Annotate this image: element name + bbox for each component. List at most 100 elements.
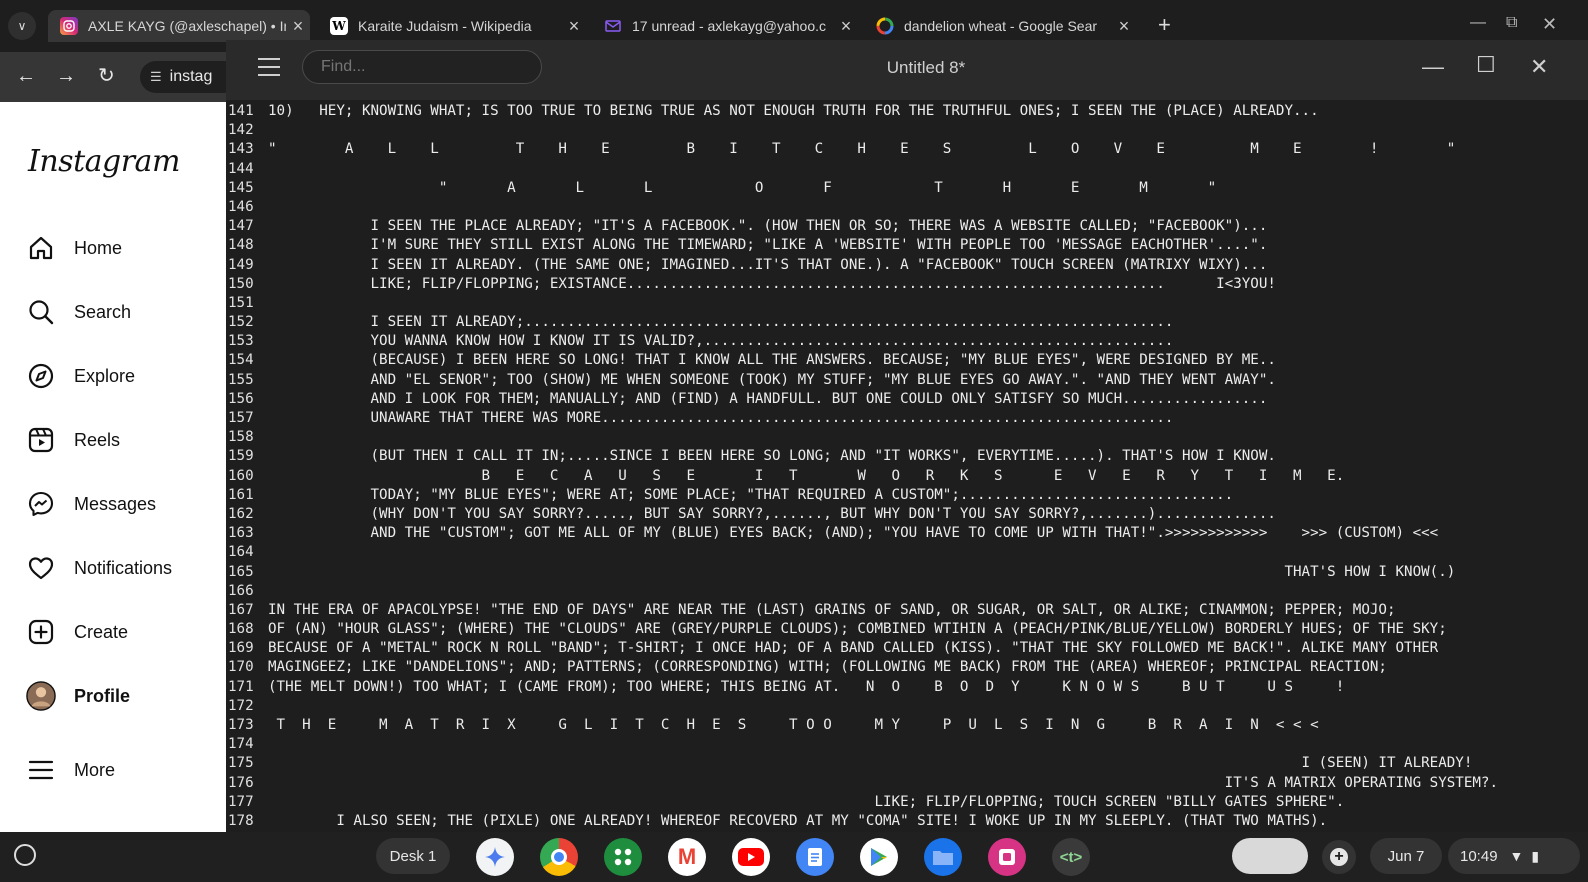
editor-line[interactable]: 141 10) HEY; KNOWING WHAT; IS TOO TRUE TO…	[226, 102, 1588, 121]
launcher-button[interactable]	[14, 844, 36, 866]
line-text: OF (AN) "HOUR GLASS"; (WHERE) THE "CLOUD…	[268, 621, 1447, 638]
new-tab-button[interactable]: +	[1158, 14, 1171, 36]
reload-icon[interactable]: ↻	[98, 66, 115, 86]
editor-line[interactable]: 173 T H E M A T R I X G L I T C H E S T …	[226, 716, 1588, 735]
editor-line[interactable]: 168 OF (AN) "HOUR GLASS"; (WHERE) THE "CL…	[226, 620, 1588, 639]
nav-notifications[interactable]: Notifications	[26, 548, 172, 588]
close-window-icon[interactable]: ✕	[1542, 14, 1557, 35]
address-bar[interactable]: ☰ instag	[140, 61, 240, 93]
editor-line[interactable]: 178 I ALSO SEEN; THE (PIXLE) ONE ALREADY…	[226, 812, 1588, 831]
maximize-icon[interactable]: ☐	[1476, 52, 1496, 78]
editor-line[interactable]: 164	[226, 543, 1588, 562]
nav-create[interactable]: Create	[26, 612, 128, 652]
line-text	[268, 294, 1588, 313]
tab-instagram[interactable]: AXLE KAYG (@axleschapel) • In ×	[48, 10, 310, 42]
editor-line[interactable]: 149 I SEEN IT ALREADY. (THE SAME ONE; IM…	[226, 256, 1588, 275]
editor-line[interactable]: 150 LIKE; FLIP/FLOPPING; EXISTANCE......…	[226, 275, 1588, 294]
docs-icon[interactable]	[796, 838, 834, 876]
editor-line[interactable]: 144	[226, 160, 1588, 179]
tote-thumbnails[interactable]	[1232, 838, 1308, 874]
close-window-icon[interactable]: ✕	[1530, 54, 1548, 80]
editor-line[interactable]: 154 (BECAUSE) I BEEN HERE SO LONG! THAT …	[226, 351, 1588, 370]
editor-line[interactable]: 175 I (SEEN) IT ALREADY!	[226, 754, 1588, 773]
close-icon[interactable]: ×	[562, 16, 586, 37]
forward-icon[interactable]: →	[56, 66, 76, 86]
editor-line[interactable]: 151	[226, 294, 1588, 313]
editor-text-area[interactable]: 141 10) HEY; KNOWING WHAT; IS TOO TRUE TO…	[226, 102, 1588, 832]
nav-more[interactable]: More	[26, 750, 115, 790]
date-button[interactable]: Jun 7	[1370, 838, 1442, 874]
editor-line[interactable]: 170 MAGINGEEZ; LIKE "DANDELIONS"; AND; PA…	[226, 658, 1588, 677]
editor-line[interactable]: 158	[226, 428, 1588, 447]
editor-line[interactable]: 166	[226, 582, 1588, 601]
nav-messages[interactable]: Messages	[26, 484, 156, 524]
instagram-logo[interactable]: Instagram	[28, 144, 180, 179]
home-icon	[26, 233, 56, 263]
editor-line[interactable]: 161 TODAY; "MY BLUE EYES"; WERE AT; SOME…	[226, 486, 1588, 505]
nav-explore[interactable]: Explore	[26, 356, 135, 396]
editor-line[interactable]: 152 I SEEN IT ALREADY;..................…	[226, 313, 1588, 332]
editor-line[interactable]: 153 YOU WANNA KNOW HOW I KNOW IT IS VALI…	[226, 332, 1588, 351]
tab-title: 17 unread - axlekayg@yahoo.c	[632, 18, 826, 34]
editor-line[interactable]: 155 AND "EL SENOR"; TOO (SHOW) ME WHEN S…	[226, 371, 1588, 390]
editor-line[interactable]: 174	[226, 735, 1588, 754]
nav-label: More	[74, 759, 116, 780]
editor-line[interactable]: 148 I'M SURE THEY STILL EXIST ALONG THE …	[226, 236, 1588, 255]
youtube-icon[interactable]	[732, 838, 770, 876]
editor-line[interactable]: 142	[226, 121, 1588, 140]
nav-profile[interactable]: Profile	[26, 676, 130, 716]
editor-line[interactable]: 163 AND THE "CUSTOM"; GOT ME ALL OF MY (…	[226, 524, 1588, 543]
play-store-icon[interactable]	[860, 838, 898, 876]
find-input[interactable]	[302, 50, 542, 84]
editor-line[interactable]: 143 " A L L T H E B I T C H E S L O V E M…	[226, 140, 1588, 159]
status-tray[interactable]: 10:49 ▼ ▮	[1448, 838, 1580, 874]
close-icon[interactable]: ×	[1112, 16, 1136, 37]
nav-label: Profile	[74, 685, 131, 706]
editor-line[interactable]: 165 THAT'S HOW I KNOW(.)	[226, 563, 1588, 582]
close-icon[interactable]: ×	[286, 16, 310, 37]
nav-home[interactable]: Home	[26, 228, 122, 268]
tab-yahoo-mail[interactable]: 17 unread - axlekayg@yahoo.c ×	[592, 10, 858, 42]
tab-google-search[interactable]: dandelion wheat - Google Sear ×	[864, 10, 1136, 42]
files-icon[interactable]	[924, 838, 962, 876]
editor-line[interactable]: 156 AND I LOOK FOR THEM; MANUALLY; AND (…	[226, 390, 1588, 409]
editor-line[interactable]: 146	[226, 198, 1588, 217]
tab-wikipedia[interactable]: W Karaite Judaism - Wikipedia ×	[318, 10, 586, 42]
editor-line[interactable]: 172	[226, 697, 1588, 716]
line-text: THAT'S HOW I KNOW(.)	[268, 563, 1456, 580]
editor-line[interactable]: 177 LIKE; FLIP/FLOPPING; TOUCH SCREEN "B…	[226, 793, 1588, 812]
nav-reels[interactable]: Reels	[26, 420, 120, 460]
gmail-icon[interactable]: M	[668, 838, 706, 876]
minimize-icon[interactable]: —	[1470, 14, 1486, 32]
line-number: 176	[228, 774, 254, 791]
editor-line[interactable]: 157 UNAWARE THAT THERE WAS MORE.........…	[226, 409, 1588, 428]
line-text: BECAUSE OF A "METAL" ROCK N ROLL "BAND";…	[268, 640, 1439, 657]
photo-app-icon[interactable]	[988, 838, 1026, 876]
restore-icon[interactable]: ⧉	[1506, 14, 1517, 32]
editor-line[interactable]: 167 IN THE ERA OF APACOLYPSE! "THE END OF…	[226, 601, 1588, 620]
gemini-icon[interactable]	[476, 838, 514, 876]
editor-line[interactable]: 147 I SEEN THE PLACE ALREADY; "IT'S A FA…	[226, 217, 1588, 236]
hamburger-icon[interactable]	[258, 58, 280, 76]
tab-search-button[interactable]: ∨	[8, 12, 36, 40]
editor-line[interactable]: 176 IT'S A MATRIX OPERATING SYSTEM?.	[226, 774, 1588, 793]
site-settings-icon[interactable]: ☰	[150, 69, 162, 85]
wifi-icon: ▼	[1509, 848, 1524, 864]
back-icon[interactable]: ←	[16, 66, 36, 86]
desk-button[interactable]: Desk 1	[376, 838, 450, 874]
terminal-icon[interactable]: <t>	[1052, 838, 1090, 876]
add-icon[interactable]: +	[1322, 840, 1356, 874]
app-grid-icon[interactable]	[604, 838, 642, 876]
editor-line[interactable]: 162 (WHY DON'T YOU SAY SORRY?....., BUT …	[226, 505, 1588, 524]
editor-line[interactable]: 171 (THE MELT DOWN!) TOO WHAT; I (CAME FR…	[226, 678, 1588, 697]
chrome-icon[interactable]	[540, 838, 578, 876]
editor-line[interactable]: 159 (BUT THEN I CALL IT IN;.....SINCE I …	[226, 447, 1588, 466]
close-icon[interactable]: ×	[834, 16, 858, 37]
editor-line[interactable]: 145 " A L L O F T H E M "	[226, 179, 1588, 198]
line-number: 160	[228, 467, 254, 484]
nav-search[interactable]: Search	[26, 292, 131, 332]
minimize-icon[interactable]: —	[1422, 54, 1444, 80]
nav-label: Create	[74, 621, 129, 642]
editor-line[interactable]: 160 B E C A U S E I T W O R K S E V E R …	[226, 467, 1588, 486]
editor-line[interactable]: 169 BECAUSE OF A "METAL" ROCK N ROLL "BAN…	[226, 639, 1588, 658]
